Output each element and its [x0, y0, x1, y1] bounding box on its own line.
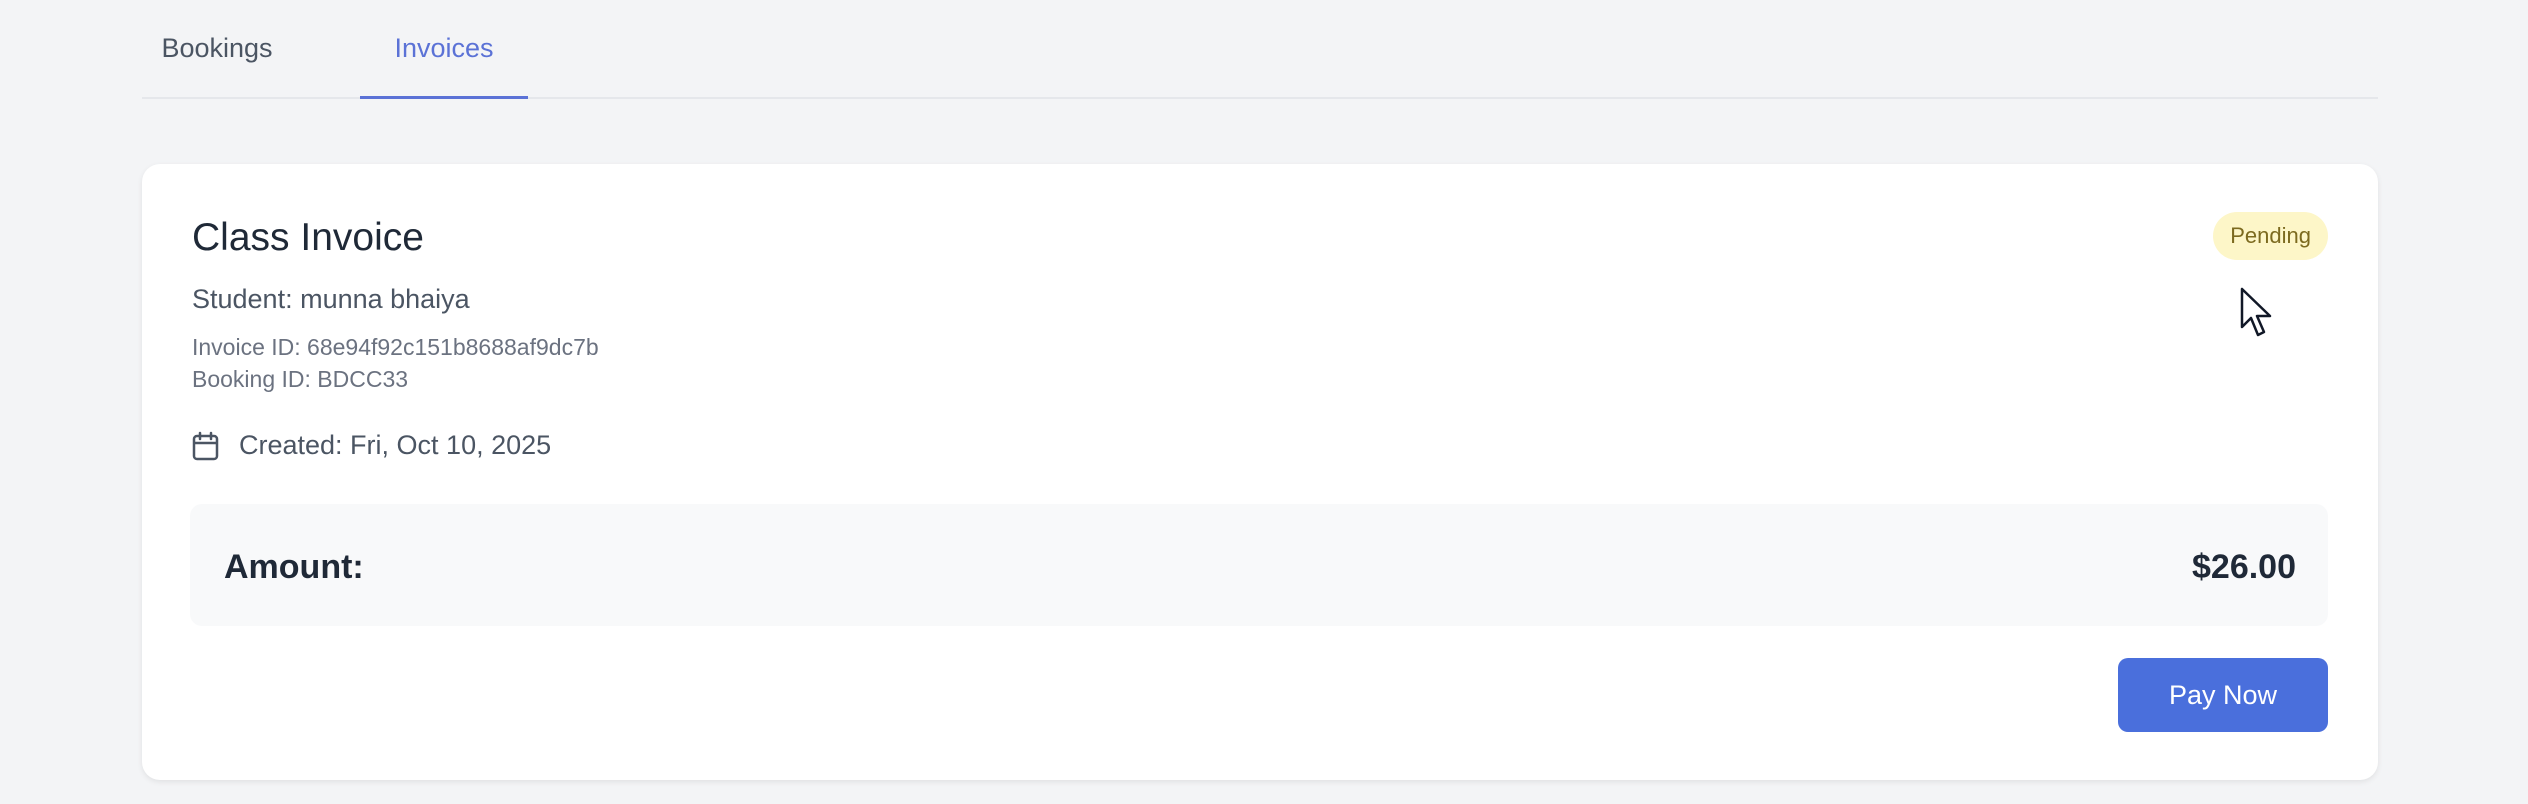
- amount-panel: Amount: $26.00: [190, 504, 2328, 626]
- booking-id: Booking ID: BDCC33: [192, 366, 409, 392]
- invoice-title: Class Invoice: [192, 216, 424, 259]
- status-badge: Pending: [2213, 212, 2328, 260]
- tab-invoices[interactable]: Invoices: [360, 0, 528, 99]
- invoice-card: Class Invoice Pending Student: munna bha…: [142, 164, 2378, 780]
- mouse-cursor-icon: [2240, 287, 2272, 337]
- amount-label: Amount:: [224, 548, 364, 586]
- created-date: Created: Fri, Oct 10, 2025: [239, 430, 552, 460]
- created-date-row: Created: Fri, Oct 10, 2025: [192, 430, 551, 461]
- calendar-icon: [192, 431, 219, 460]
- tab-bookings[interactable]: Bookings: [142, 0, 292, 97]
- invoice-id: Invoice ID: 68e94f92c151b8688af9dc7b: [192, 334, 599, 360]
- pay-now-button[interactable]: Pay Now: [2118, 658, 2328, 732]
- amount-value: $26.00: [2192, 548, 2296, 586]
- student-name: Student: munna bhaiya: [192, 284, 470, 314]
- invoice-tabs: Bookings Invoices: [142, 0, 2378, 99]
